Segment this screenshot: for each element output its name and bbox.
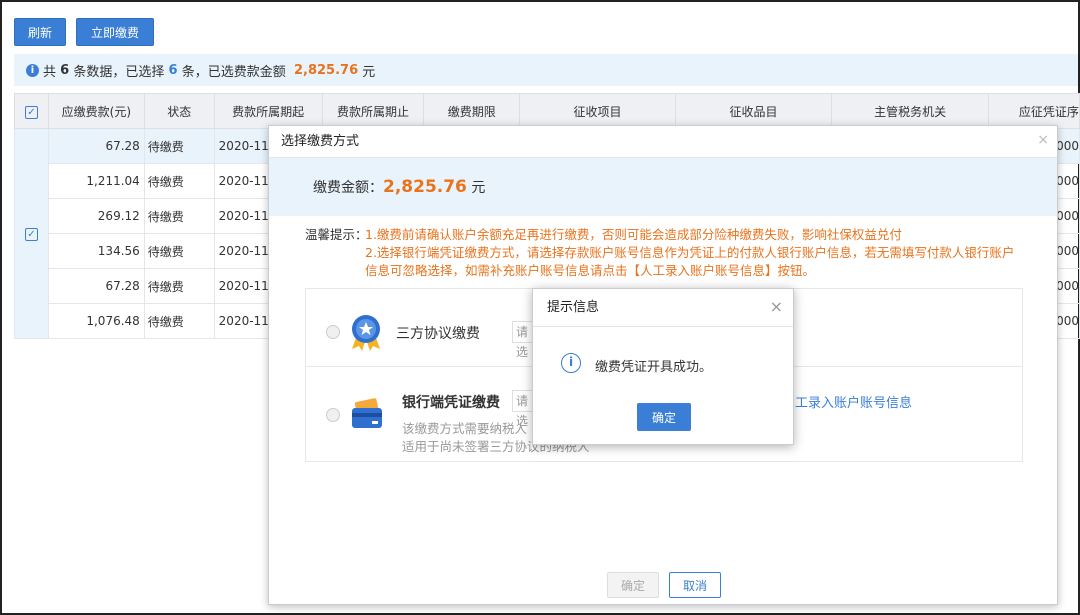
info-circle-icon: i <box>561 353 581 373</box>
cell-status: 待缴费 <box>143 163 215 199</box>
select-all-checkbox-cell[interactable]: ✓ <box>14 93 49 129</box>
fee-value: 2,825.76 <box>383 177 467 197</box>
manual-account-entry-link[interactable]: 工录入账户账号信息 <box>795 392 912 411</box>
select-all-checkbox[interactable]: ✓ <box>24 105 38 119</box>
modal-cancel-button[interactable]: 取消 <box>669 572 721 598</box>
tripartite-radio[interactable] <box>326 325 340 339</box>
col-voucher-no[interactable]: 应征凭证序 <box>987 93 1080 129</box>
col-levy-subitem[interactable]: 征收品目 <box>674 93 833 129</box>
col-period-start[interactable]: 费款所属期起 <box>213 93 323 129</box>
info-mid2: 条，已选费款金额 <box>181 64 286 80</box>
cell-amount: 1,076.48 <box>47 303 145 339</box>
tip-line-1: 1.缴费前请确认账户余额充足再进行缴费，否则可能会造成部分险种缴费失败，影响社保… <box>365 227 902 242</box>
fee-label: 缴费金额： <box>313 180 383 196</box>
col-period-end[interactable]: 费款所属期止 <box>321 93 425 129</box>
dialog-title: 提示信息 <box>533 289 793 327</box>
info-icon: i <box>26 63 39 77</box>
dialog-message: 缴费凭证开具成功。 <box>595 360 713 375</box>
refresh-button[interactable]: 刷新 <box>14 18 66 46</box>
cell-status: 待缴费 <box>143 233 215 269</box>
cell-amount: 134.56 <box>47 233 145 269</box>
tip-line-3: 信息可忽略选择，如需补充账户账号信息请点击【人工录入账户账号信息】按钮。 <box>365 263 816 278</box>
dialog-close-icon[interactable]: × <box>770 297 783 316</box>
selection-info-bar: i 共 6 条数据，已选择 6 条，已选费款金额 2,825.76 元 <box>14 54 1078 86</box>
col-status[interactable]: 状态 <box>143 93 215 129</box>
cell-status: 待缴费 <box>143 268 215 304</box>
modal-close-icon[interactable]: × <box>1037 132 1049 148</box>
success-dialog: 提示信息 × i 缴费凭证开具成功。 确定 <box>532 288 794 445</box>
cell-status: 待缴费 <box>143 198 215 234</box>
bank-voucher-account-select[interactable]: 请选 <box>512 390 534 428</box>
col-amount[interactable]: 应缴费款(元) <box>47 93 145 129</box>
tripartite-label: 三方协议缴费 <box>396 326 480 342</box>
modal-confirm-button[interactable]: 确定 <box>607 572 659 598</box>
cell-amount: 269.12 <box>47 198 145 234</box>
pay-now-button[interactable]: 立即缴费 <box>76 18 154 46</box>
tripartite-account-select[interactable]: 请选 <box>512 321 534 359</box>
cell-status: 待缴费 <box>143 303 215 339</box>
fee-amount-bar: 缴费金额：2,825.76 元 <box>269 158 1057 216</box>
row-checkbox-cell[interactable]: ✓ <box>14 128 49 339</box>
col-tax-authority[interactable]: 主管税务机关 <box>831 93 989 129</box>
bank-voucher-label: 银行端凭证缴费 <box>402 395 500 411</box>
cell-status: 待缴费 <box>143 128 215 164</box>
bank-card-icon <box>352 398 382 428</box>
info-prefix: 共 <box>43 64 57 80</box>
bank-voucher-radio[interactable] <box>326 408 340 422</box>
cell-amount: 67.28 <box>47 128 145 164</box>
bank-voucher-desc-1: 该缴费方式需要纳税人 <box>402 421 528 436</box>
col-deadline[interactable]: 缴费期限 <box>423 93 521 129</box>
info-mid1: 条数据，已选择 <box>73 64 165 80</box>
modal-title: 选择缴费方式 <box>269 126 1057 158</box>
cell-amount: 1,211.04 <box>47 163 145 199</box>
cell-amount: 67.28 <box>47 268 145 304</box>
row-checkbox[interactable]: ✓ <box>24 228 38 241</box>
fee-unit: 元 <box>471 180 486 196</box>
medal-icon <box>352 315 380 351</box>
info-selected: 6 <box>168 62 178 78</box>
tip-line-2: 2.选择银行端凭证缴费方式，请选择存款账户账号信息作为凭证上的付款人银行账户信息… <box>365 245 1015 260</box>
dialog-ok-button[interactable]: 确定 <box>637 403 691 431</box>
info-unit: 元 <box>362 64 376 80</box>
info-amount: 2,825.76 <box>293 62 359 78</box>
tips-label: 温馨提示： <box>305 227 368 242</box>
info-total: 6 <box>60 62 70 78</box>
col-levy-item[interactable]: 征收项目 <box>519 93 676 129</box>
